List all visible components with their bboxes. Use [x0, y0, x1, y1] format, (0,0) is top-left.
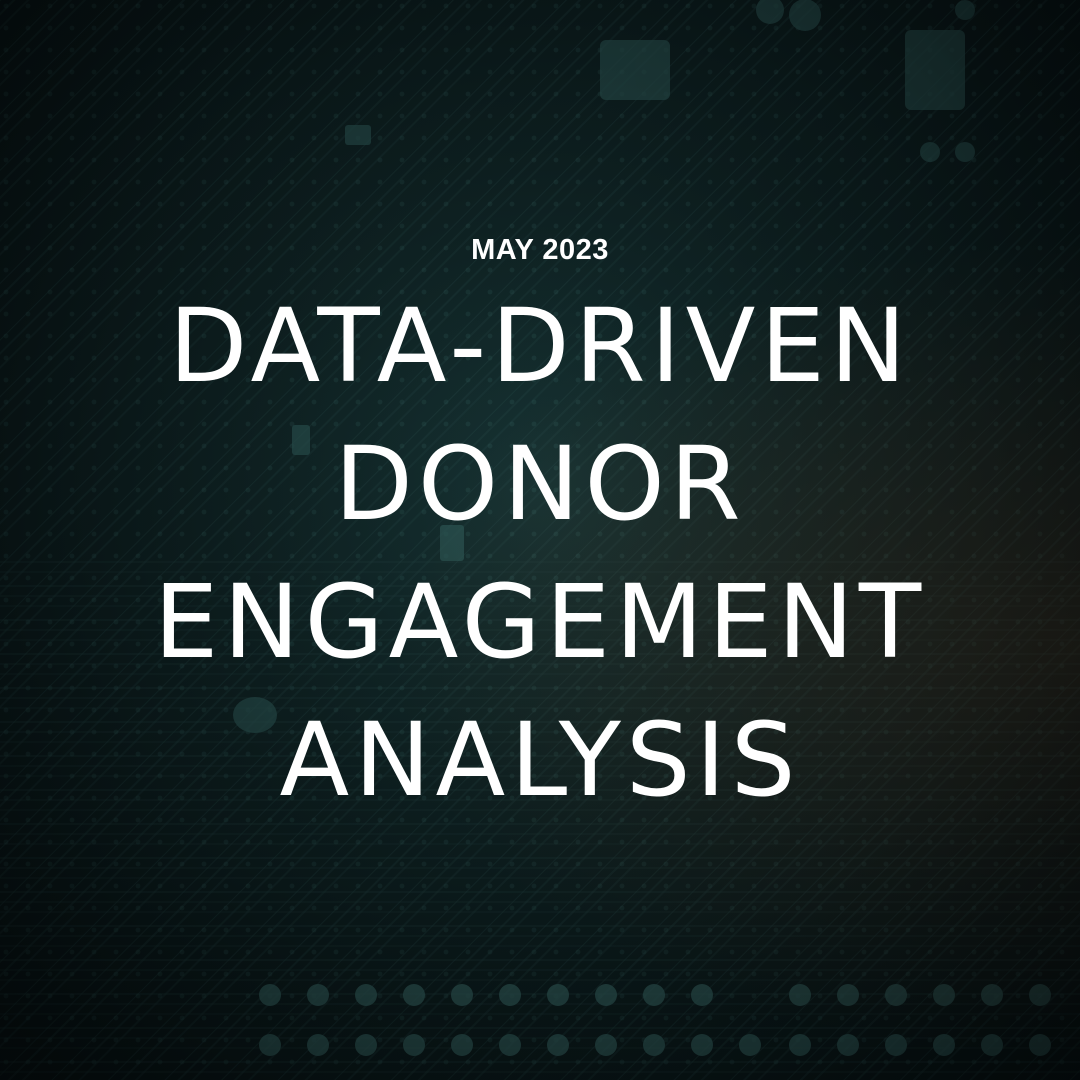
- headline-line-4: ANALYSIS: [279, 701, 801, 820]
- date-label: MAY 2023: [471, 234, 609, 266]
- headline-line-2: DONOR: [334, 425, 746, 544]
- headline-line-3: ENGAGEMENT: [153, 563, 927, 682]
- title-block: MAY 2023 DATA-DRIVEN DONOR ENGAGEMENT AN…: [0, 228, 1080, 830]
- headline-line-1: DATA-DRIVEN: [168, 287, 912, 406]
- poster: MAY 2023 DATA-DRIVEN DONOR ENGAGEMENT AN…: [0, 0, 1080, 1080]
